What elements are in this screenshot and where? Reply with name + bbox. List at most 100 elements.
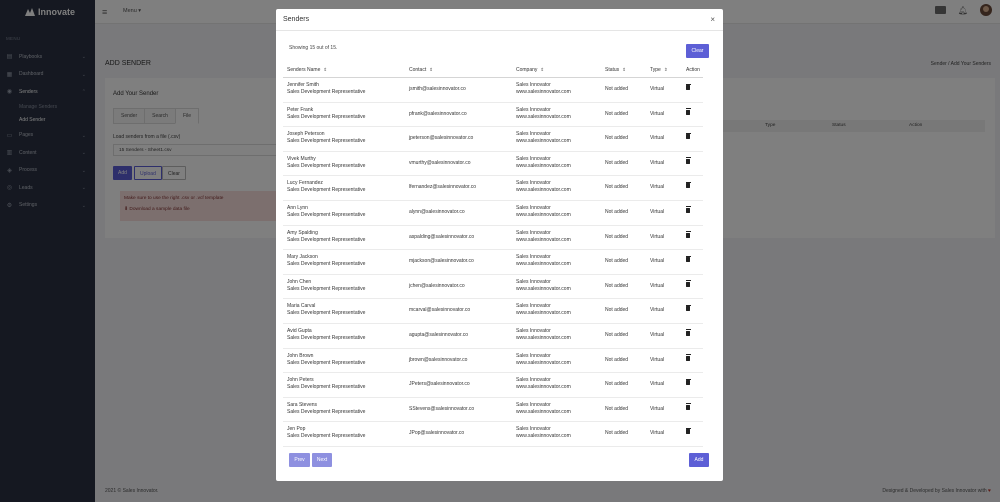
delete-row-button[interactable]	[685, 181, 691, 190]
sender-company-cell: Sales Innovator www.salesinnovator.com	[516, 180, 571, 194]
table-row: Vivek Murthy Sales Development Representa…	[283, 152, 703, 177]
table-body: Jennifer Smith Sales Development Represen…	[283, 78, 703, 447]
sender-contact: JPop@salesinnovator.co	[409, 430, 465, 437]
sender-status: Not added	[605, 356, 629, 363]
sender-name-cell: Ann Lynn Sales Development Representative	[287, 205, 365, 219]
sender-name-cell: Jen Pop Sales Development Representative	[287, 426, 365, 440]
sender-name-cell: John Chen Sales Development Representativ…	[287, 279, 365, 293]
table-row: Peter Frank Sales Development Representat…	[283, 103, 703, 128]
column-contact[interactable]: Contact ⇕	[409, 67, 433, 73]
sender-type: Virtual	[650, 258, 665, 265]
sender-name: Amy Spalding	[287, 229, 318, 236]
sender-company-cell: Sales Innovator www.salesinnovator.com	[516, 205, 571, 219]
sender-company-cell: Sales Innovator www.salesinnovator.com	[516, 353, 571, 367]
sender-company-cell: Sales Innovator www.salesinnovator.com	[516, 230, 571, 244]
trash-icon	[685, 132, 691, 140]
sender-title: Sales Development Representative	[287, 310, 366, 317]
table-row: Joseph Peterson Sales Development Represe…	[283, 127, 703, 152]
delete-row-button[interactable]	[685, 255, 691, 264]
trash-icon	[685, 427, 691, 435]
sender-type: Virtual	[650, 331, 665, 338]
sender-status: Not added	[605, 233, 629, 240]
table-row: Jennifer Smith Sales Development Represen…	[283, 78, 703, 103]
sender-website: www.salesinnovator.com	[516, 187, 571, 194]
delete-row-button[interactable]	[685, 354, 691, 363]
sender-website: www.salesinnovator.com	[516, 236, 571, 243]
sender-type: Virtual	[650, 86, 665, 92]
table-row: Lucy Fernandez Sales Development Represen…	[283, 176, 703, 201]
delete-row-button[interactable]	[685, 403, 691, 412]
delete-row-button[interactable]	[685, 108, 691, 117]
sender-name-cell: Joseph Peterson Sales Development Represe…	[287, 131, 365, 145]
sender-company: Sales Innovator	[516, 401, 551, 408]
prev-button[interactable]: Prev	[289, 453, 310, 467]
sender-contact: pfrank@salesinnovator.co	[409, 110, 467, 117]
column-company[interactable]: Company ⇕	[516, 67, 544, 73]
delete-row-button[interactable]	[685, 206, 691, 215]
trash-icon	[685, 83, 691, 90]
sender-contact: aspalding@salesinnovator.co	[409, 233, 475, 240]
sender-company-cell: Sales Innovator www.salesinnovator.com	[516, 328, 571, 342]
sender-name: Ann Lynn	[287, 204, 308, 211]
sender-title: Sales Development Representative	[287, 408, 366, 415]
column-senders-name[interactable]: Senders Name ⇕	[287, 67, 327, 73]
delete-row-button[interactable]	[685, 304, 691, 313]
senders-table: Senders Name ⇕ Contact ⇕ Company ⇕ Status ⇕ …	[283, 63, 703, 447]
table-row: John Peters Sales Development Representat…	[283, 373, 703, 398]
sender-name: Joseph Peterson	[287, 131, 325, 138]
modal-header: Senders ×	[276, 9, 723, 31]
sender-company-cell: Sales Innovator www.salesinnovator.com	[516, 254, 571, 268]
delete-row-button[interactable]	[685, 231, 691, 240]
next-button[interactable]: Next	[312, 453, 332, 467]
delete-row-button[interactable]	[685, 132, 691, 141]
sender-name: Avid Gupta	[287, 327, 312, 334]
table-row: Mary Jackson Sales Development Representa…	[283, 250, 703, 275]
sender-status: Not added	[605, 405, 629, 412]
add-button[interactable]: Add	[689, 453, 709, 467]
delete-row-button[interactable]	[685, 157, 691, 166]
table-row: John Chen Sales Development Representativ…	[283, 275, 703, 300]
sender-status: Not added	[605, 282, 629, 289]
sender-status: Not added	[605, 110, 629, 117]
sender-status: Not added	[605, 331, 629, 338]
column-type[interactable]: Type ⇕	[650, 67, 668, 73]
sender-website: www.salesinnovator.com	[516, 285, 571, 292]
sender-company: Sales Innovator	[516, 106, 551, 113]
trash-icon	[685, 231, 691, 238]
sender-name: Maria Carval	[287, 303, 316, 310]
delete-row-button[interactable]	[685, 329, 691, 338]
sender-type: Virtual	[650, 159, 665, 166]
delete-row-button[interactable]	[685, 427, 691, 436]
sender-company: Sales Innovator	[516, 303, 551, 310]
trash-icon	[685, 304, 691, 312]
sender-company-cell: Sales Innovator www.salesinnovator.com	[516, 82, 571, 96]
sender-type: Virtual	[650, 208, 665, 215]
sender-status: Not added	[605, 184, 629, 191]
sender-title: Sales Development Representative	[287, 211, 366, 218]
sender-contact: lfernandez@salesinnovator.co	[409, 184, 477, 191]
table-row: Amy Spalding Sales Development Representa…	[283, 226, 703, 251]
sender-name: Mary Jackson	[287, 254, 318, 261]
delete-row-button[interactable]	[685, 280, 691, 289]
sender-contact: mjackson@salesinnovator.co	[409, 258, 474, 265]
sender-status: Not added	[605, 208, 629, 215]
sender-company: Sales Innovator	[516, 327, 551, 334]
close-icon[interactable]: ×	[710, 15, 715, 24]
sender-website: www.salesinnovator.com	[516, 211, 571, 218]
table-row: Jen Pop Sales Development Representative J…	[283, 422, 703, 447]
sender-name: Peter Frank	[287, 106, 314, 113]
column-status[interactable]: Status ⇕	[605, 67, 626, 73]
sender-company: Sales Innovator	[516, 204, 551, 211]
clear-button[interactable]: Clear	[686, 44, 709, 58]
delete-row-button[interactable]	[685, 83, 691, 92]
sender-company-cell: Sales Innovator www.salesinnovator.com	[516, 107, 571, 121]
sender-status: Not added	[605, 135, 629, 142]
sender-title: Sales Development Representative	[287, 285, 366, 292]
sender-name-cell: Avid Gupta Sales Development Representati…	[287, 328, 365, 342]
delete-row-button[interactable]	[685, 378, 691, 387]
sender-company-cell: Sales Innovator www.salesinnovator.com	[516, 303, 571, 317]
sort-icon: ⇕	[540, 67, 545, 72]
sender-status: Not added	[605, 258, 629, 265]
sender-company: Sales Innovator	[516, 278, 551, 285]
sender-name: John Brown	[287, 352, 314, 359]
